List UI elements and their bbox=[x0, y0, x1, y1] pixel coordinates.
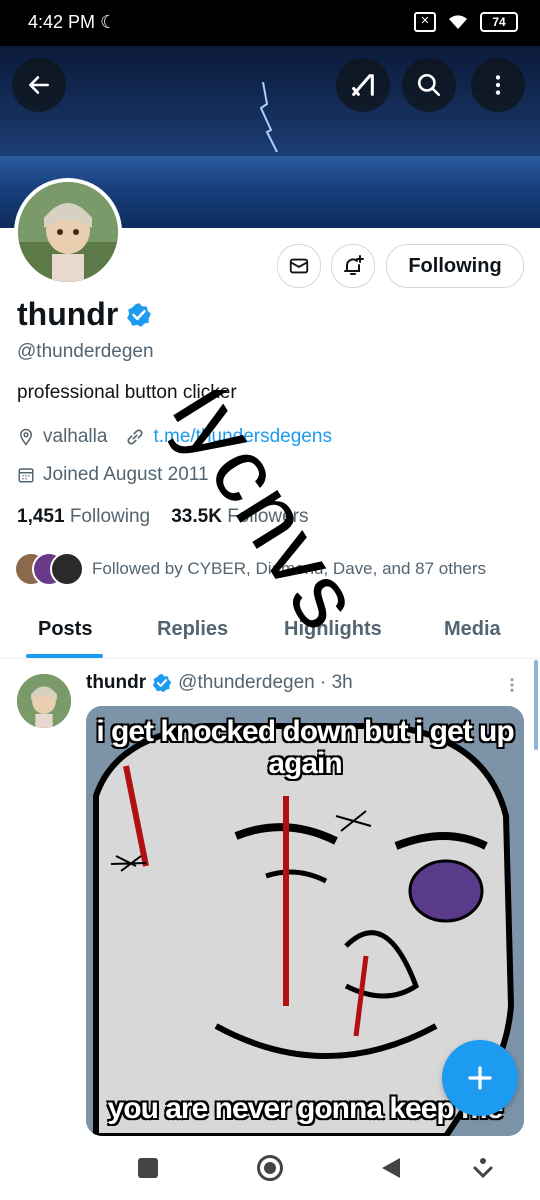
following-count: 1,451 bbox=[17, 506, 65, 527]
location-text: valhalla bbox=[43, 426, 108, 447]
post-handle-time: @thunderdegen · 3h bbox=[178, 672, 353, 693]
profile-link[interactable]: t.me/thundersdegens bbox=[153, 426, 332, 448]
location-link-row: valhalla t.me/thundersdegens bbox=[17, 426, 332, 448]
back-arrow-icon bbox=[29, 76, 49, 94]
following-count-link[interactable]: 1,451 Following bbox=[17, 506, 150, 527]
user-bio: professional button clicker bbox=[17, 382, 237, 403]
display-name-row: thundr bbox=[17, 296, 152, 333]
tab-replies[interactable]: Replies bbox=[157, 618, 228, 641]
post-author-name[interactable]: thundr bbox=[86, 672, 146, 694]
followed-by-row[interactable]: Followed by CYBER, Diamond, Dave, and 87… bbox=[14, 552, 486, 586]
following-label: Following bbox=[69, 506, 151, 527]
profile-tabs: Posts Replies Highlights Media bbox=[0, 600, 540, 659]
status-bar: 4:42 PM ☾ ✕ 74 bbox=[0, 0, 540, 46]
post-avatar[interactable] bbox=[17, 674, 71, 728]
tab-media[interactable]: Media bbox=[444, 618, 501, 641]
back-nav-icon[interactable] bbox=[380, 1156, 402, 1180]
more-options-button[interactable] bbox=[471, 58, 525, 112]
followers-count: 33.5K bbox=[171, 506, 222, 527]
followed-by-text: Followed by CYBER, Diamond, Dave, and 87… bbox=[92, 559, 487, 578]
verified-icon bbox=[152, 673, 172, 693]
status-time: 4:42 PM ☾ bbox=[28, 12, 117, 32]
post-avatar-image bbox=[17, 674, 71, 728]
active-tab-indicator bbox=[26, 654, 103, 658]
no-sim-icon: ✕ bbox=[414, 12, 436, 32]
mail-icon bbox=[289, 258, 309, 274]
tab-posts[interactable]: Posts bbox=[38, 618, 92, 641]
display-name: thundr bbox=[17, 296, 119, 332]
wifi-icon bbox=[449, 15, 467, 29]
link-icon bbox=[127, 429, 143, 445]
profile-avatar[interactable] bbox=[14, 178, 122, 286]
scrollbar[interactable] bbox=[534, 660, 538, 750]
message-button[interactable] bbox=[277, 244, 321, 288]
moon-icon: ☾ bbox=[100, 12, 117, 32]
followers-count-link[interactable]: 33.5K Followers bbox=[171, 506, 308, 527]
meme-top-caption: i get knocked down but i get up again bbox=[96, 715, 514, 780]
search-button[interactable] bbox=[402, 58, 456, 112]
compose-post-button[interactable] bbox=[442, 1040, 518, 1116]
plus-icon bbox=[468, 1066, 492, 1090]
battery-icon: 74 bbox=[480, 12, 518, 32]
post-header: thundr @thunderdegen · 3h bbox=[86, 672, 353, 694]
grok-icon bbox=[352, 74, 374, 96]
tab-highlights[interactable]: Highlights bbox=[284, 618, 382, 641]
status-icons: ✕ 74 bbox=[414, 12, 518, 32]
joined-date: Joined August 2011 bbox=[43, 464, 209, 485]
followers-label: Followers bbox=[227, 506, 309, 527]
follow-counts: 1,451 Following 33.5K Followers bbox=[17, 506, 309, 528]
more-vert-icon bbox=[495, 75, 501, 95]
home-dot bbox=[264, 1162, 276, 1174]
back-button[interactable] bbox=[12, 58, 66, 112]
joined-row: Joined August 2011 bbox=[17, 464, 209, 486]
user-handle: @thunderdegen bbox=[17, 341, 154, 362]
bell-plus-icon bbox=[344, 255, 364, 275]
location-icon bbox=[19, 428, 33, 446]
search-icon bbox=[417, 73, 441, 97]
grok-button[interactable] bbox=[336, 58, 390, 112]
lightning-icon bbox=[259, 82, 278, 152]
verified-icon bbox=[127, 302, 152, 327]
recents-button[interactable] bbox=[138, 1158, 158, 1178]
home-button[interactable] bbox=[257, 1155, 283, 1181]
calendar-icon bbox=[18, 468, 34, 483]
following-button[interactable]: Following bbox=[386, 244, 524, 288]
notifications-button[interactable] bbox=[331, 244, 375, 288]
system-nav-bar bbox=[0, 1136, 540, 1200]
assistant-icon[interactable] bbox=[472, 1156, 494, 1180]
followed-by-avatars bbox=[14, 552, 84, 586]
avatar-image bbox=[18, 182, 118, 282]
mutual-avatar bbox=[50, 552, 84, 586]
post-more-icon[interactable] bbox=[503, 676, 521, 694]
